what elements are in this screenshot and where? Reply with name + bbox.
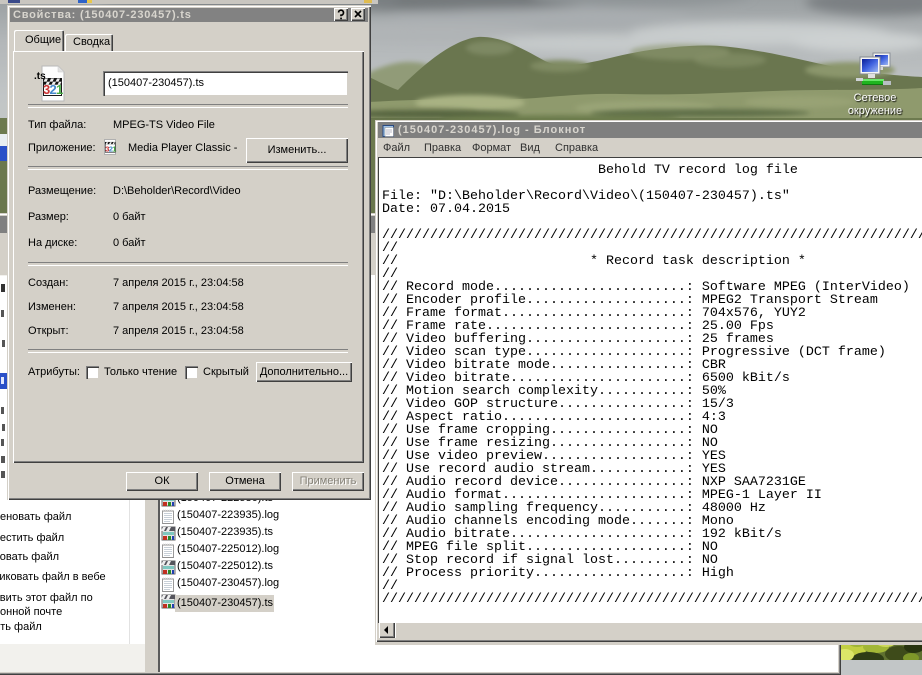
svg-text:1: 1: [56, 82, 63, 97]
svg-text:1: 1: [112, 145, 116, 154]
